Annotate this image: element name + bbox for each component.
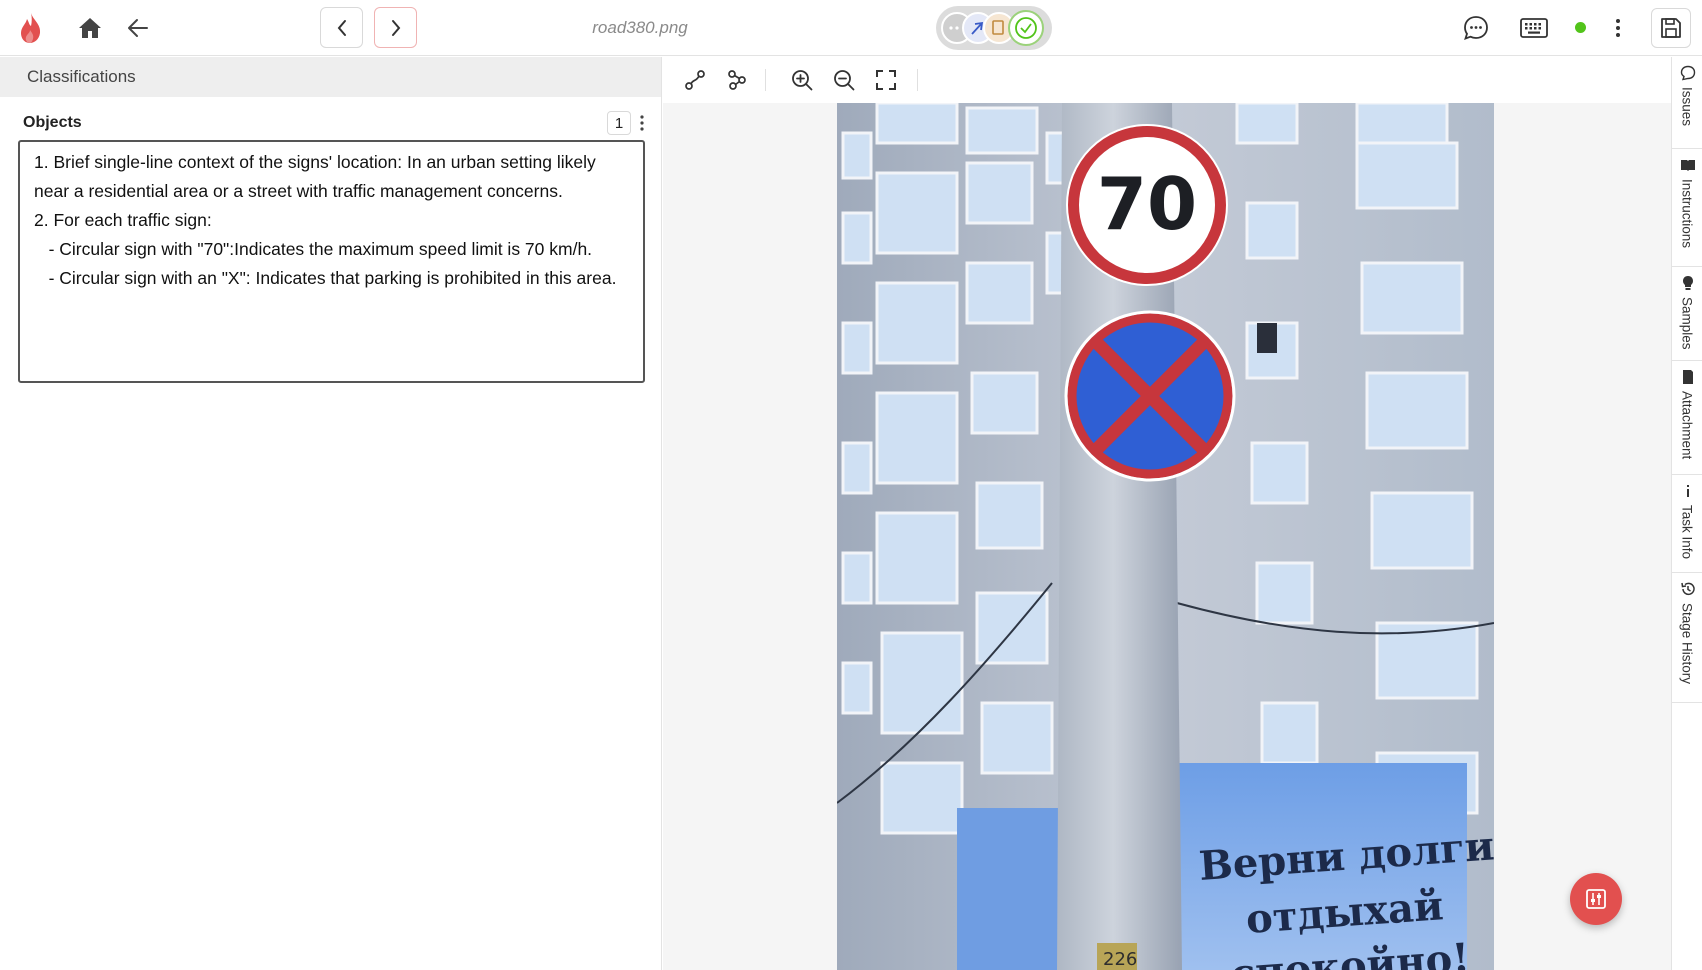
toolbar-divider bbox=[765, 69, 766, 91]
file-name: road380.png bbox=[592, 18, 688, 37]
tab-attachment-label: Attachment bbox=[1679, 391, 1695, 460]
objects-count-badge[interactable]: 1 bbox=[607, 111, 631, 135]
zoom-in-icon[interactable] bbox=[787, 65, 817, 95]
zoom-out-icon[interactable] bbox=[829, 65, 859, 95]
keyboard-icon[interactable] bbox=[1516, 10, 1552, 46]
settings-fab-button[interactable] bbox=[1570, 873, 1622, 925]
attachment-icon bbox=[1683, 370, 1693, 384]
classifications-header: Classifications bbox=[0, 57, 661, 97]
tab-stage-history[interactable]: Stage History bbox=[1672, 573, 1702, 703]
classifications-panel: Classifications Objects 1 1. Brief singl… bbox=[0, 57, 662, 970]
lightbulb-icon bbox=[1683, 276, 1693, 290]
tab-task-info-label: Task Info bbox=[1679, 505, 1695, 560]
more-vertical-icon[interactable] bbox=[1606, 12, 1630, 44]
task-image[interactable]: 226 70 Верни долги- отдыхай спокойно! bbox=[837, 103, 1494, 970]
tab-samples[interactable]: Samples bbox=[1672, 267, 1702, 361]
book-icon bbox=[1681, 160, 1695, 171]
objects-more-icon[interactable] bbox=[635, 111, 649, 135]
speed-limit-text: 70 bbox=[1097, 162, 1197, 246]
tab-instructions[interactable]: Instructions bbox=[1672, 149, 1702, 267]
info-icon bbox=[1687, 485, 1689, 497]
objects-title: Objects bbox=[23, 114, 82, 131]
stage-status-group[interactable] bbox=[936, 6, 1052, 50]
fit-screen-icon[interactable] bbox=[871, 65, 901, 95]
chat-bubble-icon bbox=[1680, 65, 1696, 81]
next-task-button[interactable] bbox=[374, 7, 417, 48]
canvas-toolbar bbox=[663, 57, 1671, 103]
history-icon bbox=[1681, 582, 1695, 596]
pole-number: 226 bbox=[1103, 949, 1137, 970]
link-tool-icon[interactable] bbox=[680, 65, 710, 95]
tab-issues-label: Issues bbox=[1679, 87, 1695, 127]
right-side-tabs: Issues Instructions Samples Attachment T… bbox=[1671, 57, 1702, 970]
answer-textarea[interactable]: 1. Brief single-line context of the sign… bbox=[18, 140, 645, 383]
online-status-dot bbox=[1575, 22, 1586, 33]
chevron-left-icon bbox=[337, 19, 346, 36]
chat-icon[interactable] bbox=[1458, 10, 1494, 46]
tab-stage-history-label: Stage History bbox=[1679, 603, 1695, 685]
tab-instructions-label: Instructions bbox=[1679, 179, 1695, 249]
image-canvas-area: 226 70 Верни долги- отдыхай спокойно! bbox=[663, 57, 1671, 970]
tab-task-info[interactable]: Task Info bbox=[1672, 475, 1702, 573]
objects-row: Objects 1 bbox=[23, 110, 653, 136]
top-bar: road380.png bbox=[0, 0, 1702, 56]
flame-logo-icon[interactable] bbox=[14, 10, 48, 46]
chevron-right-icon bbox=[391, 19, 400, 36]
arrow-left-icon[interactable] bbox=[122, 12, 154, 44]
previous-task-button[interactable] bbox=[320, 7, 363, 48]
chain-tool-icon[interactable] bbox=[722, 65, 752, 95]
toolbar-divider bbox=[917, 69, 918, 91]
sliders-icon bbox=[1586, 889, 1606, 909]
tab-attachment[interactable]: Attachment bbox=[1672, 361, 1702, 475]
tab-samples-label: Samples bbox=[1679, 297, 1695, 350]
save-icon bbox=[1661, 18, 1681, 38]
home-icon[interactable] bbox=[74, 12, 106, 44]
tab-issues[interactable]: Issues bbox=[1672, 57, 1702, 149]
save-button[interactable] bbox=[1651, 8, 1691, 48]
